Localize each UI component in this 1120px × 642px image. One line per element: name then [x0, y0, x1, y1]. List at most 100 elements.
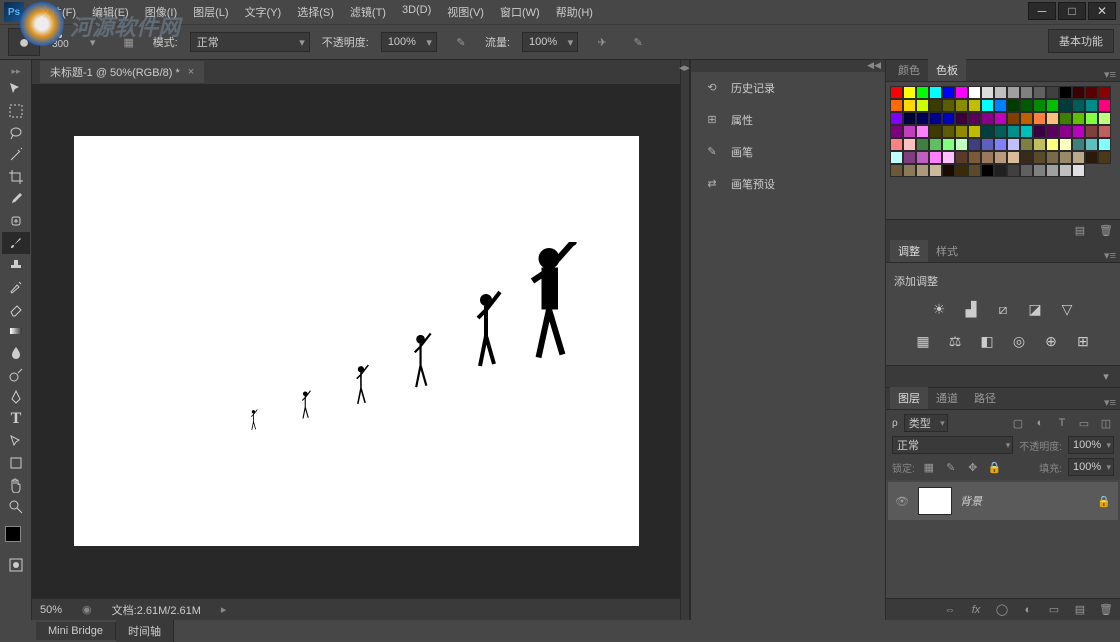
lock-image-icon[interactable]: ✎ — [943, 459, 959, 475]
opacity-dropdown[interactable]: 100% — [381, 32, 437, 52]
panel-menu-icon[interactable]: ▾≡ — [1104, 396, 1116, 409]
expand-icon[interactable]: ▸▸ — [2, 64, 30, 78]
swatch[interactable] — [1007, 112, 1020, 125]
swatch[interactable] — [1020, 151, 1033, 164]
zoom-level[interactable]: 50% — [40, 604, 62, 616]
swatch[interactable] — [903, 86, 916, 99]
swatch[interactable] — [929, 125, 942, 138]
blend-mode-dropdown[interactable]: 正常 — [190, 32, 310, 52]
swatch[interactable] — [1020, 138, 1033, 151]
swatch[interactable] — [994, 164, 1007, 177]
swatch[interactable] — [968, 112, 981, 125]
maximize-button[interactable]: □ — [1058, 2, 1086, 20]
layer-blend-dropdown[interactable]: 正常 — [892, 436, 1013, 454]
tab-adjustments[interactable]: 调整 — [890, 240, 928, 262]
marquee-tool[interactable] — [2, 100, 30, 122]
swatch[interactable] — [968, 164, 981, 177]
swatch[interactable] — [968, 151, 981, 164]
layer-filter-dropdown[interactable]: 类型 — [904, 414, 948, 432]
swatch[interactable] — [955, 112, 968, 125]
pen-tool[interactable] — [2, 386, 30, 408]
swatch[interactable] — [994, 151, 1007, 164]
foreground-background-colors[interactable] — [2, 524, 30, 554]
swatch[interactable] — [916, 151, 929, 164]
status-icon[interactable]: ◉ — [82, 603, 92, 616]
bw-icon[interactable]: ◧ — [977, 331, 997, 351]
swatch[interactable] — [955, 125, 968, 138]
swatch[interactable] — [981, 138, 994, 151]
swatch[interactable] — [981, 164, 994, 177]
channel-mixer-icon[interactable]: ⊕ — [1041, 331, 1061, 351]
swatch[interactable] — [1033, 164, 1046, 177]
swatch[interactable] — [1059, 138, 1072, 151]
path-select-tool[interactable] — [2, 430, 30, 452]
swatch[interactable] — [942, 164, 955, 177]
hue-icon[interactable]: ▦ — [913, 331, 933, 351]
menu-item[interactable]: 图层(L) — [185, 2, 236, 22]
swatch[interactable] — [1007, 125, 1020, 138]
swatch[interactable] — [1085, 138, 1098, 151]
tab-layers[interactable]: 图层 — [890, 387, 928, 409]
swatch[interactable] — [1020, 164, 1033, 177]
swatch[interactable] — [1033, 138, 1046, 151]
lock-transparent-icon[interactable]: ▦ — [921, 459, 937, 475]
swatch[interactable] — [1098, 99, 1111, 112]
swatch[interactable] — [994, 86, 1007, 99]
visibility-icon[interactable]: 👁 — [894, 493, 910, 509]
swatch[interactable] — [1046, 99, 1059, 112]
swatch[interactable] — [1059, 151, 1072, 164]
swatch[interactable] — [890, 99, 903, 112]
swatch[interactable] — [1046, 164, 1059, 177]
dodge-tool[interactable] — [2, 364, 30, 386]
swatch[interactable] — [890, 86, 903, 99]
menu-item[interactable]: 图像(I) — [137, 2, 185, 22]
swatch[interactable] — [1046, 86, 1059, 99]
new-layer-icon[interactable]: ▤ — [1072, 602, 1088, 618]
swatch[interactable] — [1059, 99, 1072, 112]
brush-picker-icon[interactable]: ▾ — [81, 30, 105, 54]
workspace-button[interactable]: 基本功能 — [1048, 29, 1114, 53]
wand-tool[interactable] — [2, 144, 30, 166]
airbrush-icon[interactable]: ✈ — [590, 30, 614, 54]
exposure-icon[interactable]: ◪ — [1025, 299, 1045, 319]
swatch[interactable] — [1072, 112, 1085, 125]
swatch[interactable] — [968, 125, 981, 138]
move-tool[interactable] — [2, 78, 30, 100]
collapse-icon[interactable]: ◀◀ — [691, 60, 885, 72]
history-brush-tool[interactable] — [2, 276, 30, 298]
blur-tool[interactable] — [2, 342, 30, 364]
swatch[interactable] — [955, 138, 968, 151]
tab-swatches[interactable]: 色板 — [928, 59, 966, 81]
swatch[interactable] — [903, 164, 916, 177]
layer-name[interactable]: 背景 — [960, 493, 982, 509]
swatch[interactable] — [981, 86, 994, 99]
swatch[interactable] — [968, 138, 981, 151]
brightness-icon[interactable]: ☀ — [929, 299, 949, 319]
swatch[interactable] — [916, 125, 929, 138]
layer-fx-icon[interactable]: fx — [968, 602, 984, 618]
swatch[interactable] — [929, 151, 942, 164]
brush-size[interactable]: 300 — [52, 39, 69, 50]
menu-item[interactable]: 窗口(W) — [492, 2, 548, 22]
brush-preview[interactable]: ● — [8, 28, 40, 56]
canvas[interactable] — [74, 136, 639, 546]
swatch[interactable] — [994, 138, 1007, 151]
swatch[interactable] — [994, 112, 1007, 125]
panel-menu-icon[interactable]: ▾≡ — [1104, 68, 1116, 81]
brush-panel-button[interactable]: ✎画笔 — [691, 136, 885, 168]
swatch[interactable] — [916, 99, 929, 112]
swatch[interactable] — [994, 125, 1007, 138]
swatch[interactable] — [1072, 125, 1085, 138]
swatch[interactable] — [1007, 99, 1020, 112]
swatch[interactable] — [1072, 138, 1085, 151]
menu-item[interactable]: 帮助(H) — [548, 2, 601, 22]
swatch[interactable] — [929, 138, 942, 151]
tab-mini-bridge[interactable]: Mini Bridge — [36, 622, 116, 640]
swatch[interactable] — [942, 86, 955, 99]
swatch[interactable] — [890, 138, 903, 151]
pressure-size-icon[interactable]: ✎ — [626, 30, 650, 54]
swatch[interactable] — [1033, 151, 1046, 164]
adjustment-layer-icon[interactable]: ◐ — [1020, 602, 1036, 618]
tab-timeline[interactable]: 时间轴 — [116, 620, 174, 642]
swatch[interactable] — [916, 138, 929, 151]
